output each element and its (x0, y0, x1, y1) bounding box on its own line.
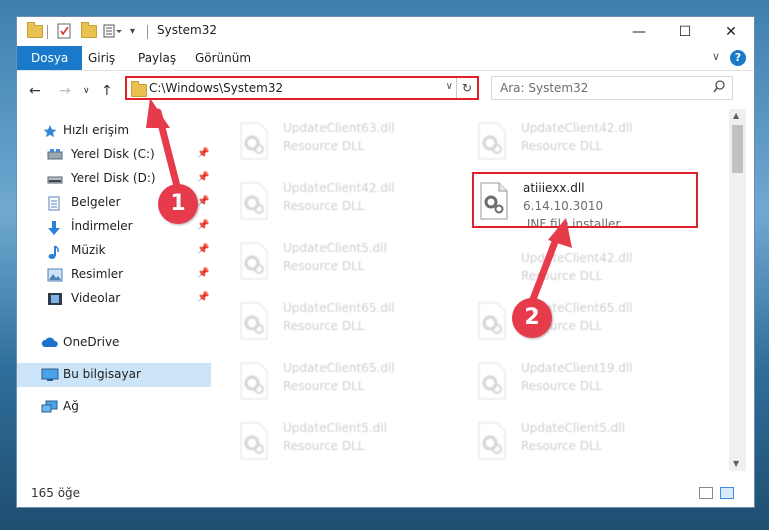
arrow-to-target-file (528, 218, 572, 306)
callout-step-1: 1 (158, 184, 198, 224)
annotation-arrows (146, 98, 572, 306)
arrow-to-address-bar (146, 98, 182, 194)
callout-step-2: 2 (512, 298, 552, 338)
